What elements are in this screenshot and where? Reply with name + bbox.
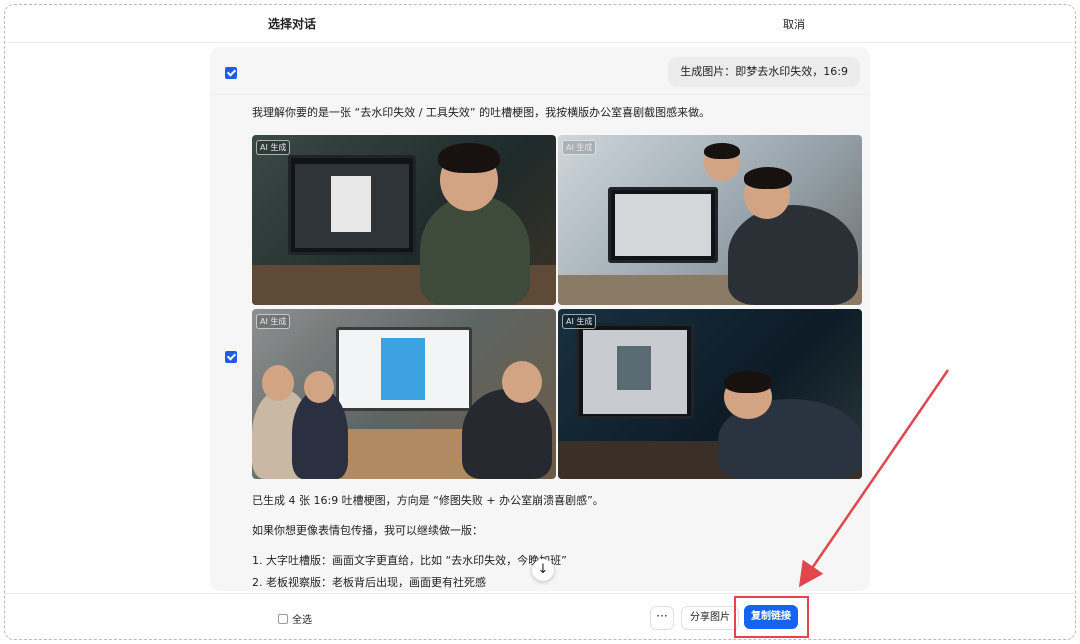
generated-image-grid: AI 生成 AI 生成 AI 生成 AI 生成 — [252, 135, 862, 479]
ai-generated-tag: AI 生成 — [256, 314, 291, 329]
monitor — [576, 323, 694, 419]
dialog-frame: 选择对话 取消 生成图片：即梦去水印失效，16:9 我理解你要的是一张 “去水印… — [4, 4, 1076, 640]
monitor — [288, 155, 416, 255]
conversation-panel[interactable]: 生成图片：即梦去水印失效，16:9 我理解你要的是一张 “去水印失效 / 工具失… — [210, 47, 870, 591]
dialog-title: 选择对话 — [268, 17, 317, 31]
assistant-message-checkbox[interactable] — [225, 351, 237, 363]
arrow-down-icon: ↓ — [537, 562, 549, 577]
assistant-intro-text: 我理解你要的是一张 “去水印失效 / 工具失效” 的吐槽梗图，我按横版办公室喜剧… — [252, 106, 711, 119]
dialog-footer: 全选 ··· 分享图片 复制链接 — [5, 593, 1075, 639]
share-image-button[interactable]: 分享图片 — [681, 606, 739, 630]
generated-image-3[interactable]: AI 生成 — [252, 309, 556, 479]
ai-generated-tag: AI 生成 — [256, 140, 291, 155]
generated-image-4[interactable]: AI 生成 — [558, 309, 862, 479]
cancel-button[interactable]: 取消 — [783, 16, 805, 32]
ai-generated-tag: AI 生成 — [562, 314, 597, 329]
checkbox-icon — [278, 613, 288, 624]
annotation-highlight-box — [734, 596, 809, 638]
user-message-row[interactable]: 生成图片：即梦去水印失效，16:9 — [210, 47, 870, 95]
list-item: 2. 老板视察版：老板背后出现，画面更有社死感 — [252, 576, 486, 589]
user-message-bubble: 生成图片：即梦去水印失效，16:9 — [668, 57, 860, 87]
generated-image-1[interactable]: AI 生成 — [252, 135, 556, 305]
scroll-to-bottom-button[interactable]: ↓ — [532, 559, 554, 581]
select-all-label: 全选 — [292, 615, 312, 626]
assistant-summary-text: 已生成 4 张 16:9 吐槽梗图，方向是 “修图失败 + 办公室崩溃喜剧感”。 — [252, 494, 604, 507]
assistant-followup-text: 如果你想更像表情包传播，我可以继续做一版： — [252, 524, 483, 537]
monitor — [608, 187, 718, 263]
generated-image-2[interactable]: AI 生成 — [558, 135, 862, 305]
select-all-checkbox[interactable]: 全选 — [278, 611, 312, 626]
option-list: 1. 大字吐槽版：画面文字更直给，比如 “去水印失效，今晚加班” 2. 老板视察… — [252, 550, 567, 591]
dialog-header: 选择对话 取消 — [5, 5, 1075, 43]
list-item: 1. 大字吐槽版：画面文字更直给，比如 “去水印失效，今晚加班” — [252, 554, 567, 567]
more-options-button[interactable]: ··· — [650, 606, 674, 630]
user-message-checkbox[interactable] — [225, 67, 237, 79]
ai-generated-tag: AI 生成 — [562, 140, 597, 155]
monitor — [336, 327, 472, 411]
